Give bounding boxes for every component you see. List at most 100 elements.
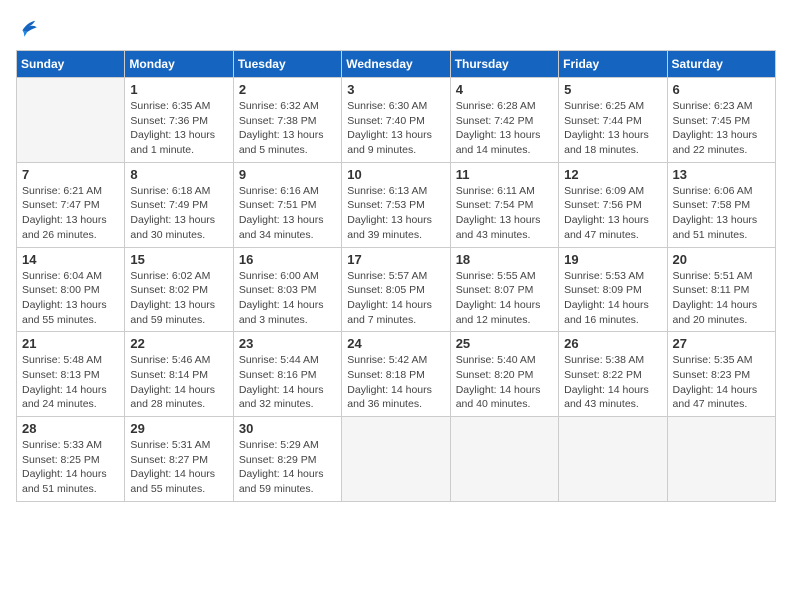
day-number: 24 <box>347 336 444 351</box>
day-info: Sunrise: 6:04 AMSunset: 8:00 PMDaylight:… <box>22 269 119 328</box>
day-number: 9 <box>239 167 336 182</box>
day-number: 4 <box>456 82 553 97</box>
calendar-week-row: 14 Sunrise: 6:04 AMSunset: 8:00 PMDayligh… <box>17 247 776 332</box>
calendar-table: SundayMondayTuesdayWednesdayThursdayFrid… <box>16 50 776 502</box>
calendar-day-cell: 25 Sunrise: 5:40 AMSunset: 8:20 PMDayligh… <box>450 332 558 417</box>
day-number: 28 <box>22 421 119 436</box>
day-number: 29 <box>130 421 227 436</box>
day-info: Sunrise: 5:31 AMSunset: 8:27 PMDaylight:… <box>130 438 227 497</box>
calendar-day-cell <box>17 78 125 163</box>
day-number: 2 <box>239 82 336 97</box>
day-number: 13 <box>673 167 770 182</box>
day-number: 21 <box>22 336 119 351</box>
day-number: 11 <box>456 167 553 182</box>
calendar-day-cell: 7Sunrise: 6:21 AMSunset: 7:47 PMDaylight… <box>17 162 125 247</box>
calendar-header-wednesday: Wednesday <box>342 51 450 78</box>
day-info: Sunrise: 6:35 AMSunset: 7:36 PMDaylight:… <box>130 99 227 158</box>
day-info: Sunrise: 5:33 AMSunset: 8:25 PMDaylight:… <box>22 438 119 497</box>
day-info: Sunrise: 5:48 AMSunset: 8:13 PMDaylight:… <box>22 353 119 412</box>
day-number: 30 <box>239 421 336 436</box>
day-info: Sunrise: 6:18 AMSunset: 7:49 PMDaylight:… <box>130 184 227 243</box>
calendar-day-cell: 14 Sunrise: 6:04 AMSunset: 8:00 PMDayligh… <box>17 247 125 332</box>
calendar-header-row: SundayMondayTuesdayWednesdayThursdayFrid… <box>17 51 776 78</box>
day-number: 20 <box>673 252 770 267</box>
day-number: 3 <box>347 82 444 97</box>
calendar-day-cell: 3 Sunrise: 6:30 AMSunset: 7:40 PMDaylight… <box>342 78 450 163</box>
calendar-day-cell <box>450 417 558 502</box>
day-number: 18 <box>456 252 553 267</box>
calendar-day-cell <box>342 417 450 502</box>
day-info: Sunrise: 6:09 AMSunset: 7:56 PMDaylight:… <box>564 184 661 243</box>
day-info: Sunrise: 6:32 AMSunset: 7:38 PMDaylight:… <box>239 99 336 158</box>
calendar-day-cell: 18Sunrise: 5:55 AMSunset: 8:07 PMDayligh… <box>450 247 558 332</box>
calendar-day-cell: 21 Sunrise: 5:48 AMSunset: 8:13 PMDayligh… <box>17 332 125 417</box>
calendar-day-cell: 17 Sunrise: 5:57 AMSunset: 8:05 PMDayligh… <box>342 247 450 332</box>
day-info: Sunrise: 5:57 AMSunset: 8:05 PMDaylight:… <box>347 269 444 328</box>
day-number: 7 <box>22 167 119 182</box>
calendar-day-cell: 19 Sunrise: 5:53 AMSunset: 8:09 PMDayligh… <box>559 247 667 332</box>
day-number: 1 <box>130 82 227 97</box>
calendar-day-cell: 24Sunrise: 5:42 AMSunset: 8:18 PMDayligh… <box>342 332 450 417</box>
calendar-header-sunday: Sunday <box>17 51 125 78</box>
calendar-header-thursday: Thursday <box>450 51 558 78</box>
day-number: 26 <box>564 336 661 351</box>
calendar-day-cell: 15Sunrise: 6:02 AMSunset: 8:02 PMDayligh… <box>125 247 233 332</box>
calendar-day-cell: 12 Sunrise: 6:09 AMSunset: 7:56 PMDayligh… <box>559 162 667 247</box>
calendar-week-row: 1 Sunrise: 6:35 AMSunset: 7:36 PMDaylight… <box>17 78 776 163</box>
day-number: 5 <box>564 82 661 97</box>
logo-bird-icon <box>16 16 40 40</box>
day-number: 6 <box>673 82 770 97</box>
calendar-day-cell: 20 Sunrise: 5:51 AMSunset: 8:11 PMDayligh… <box>667 247 775 332</box>
day-info: Sunrise: 6:28 AMSunset: 7:42 PMDaylight:… <box>456 99 553 158</box>
calendar-day-cell: 23Sunrise: 5:44 AMSunset: 8:16 PMDayligh… <box>233 332 341 417</box>
calendar-day-cell: 9 Sunrise: 6:16 AMSunset: 7:51 PMDaylight… <box>233 162 341 247</box>
calendar-day-cell: 6 Sunrise: 6:23 AMSunset: 7:45 PMDaylight… <box>667 78 775 163</box>
day-info: Sunrise: 5:29 AMSunset: 8:29 PMDaylight:… <box>239 438 336 497</box>
day-info: Sunrise: 6:11 AMSunset: 7:54 PMDaylight:… <box>456 184 553 243</box>
day-info: Sunrise: 5:53 AMSunset: 8:09 PMDaylight:… <box>564 269 661 328</box>
day-number: 10 <box>347 167 444 182</box>
day-number: 22 <box>130 336 227 351</box>
day-number: 17 <box>347 252 444 267</box>
calendar-day-cell: 5 Sunrise: 6:25 AMSunset: 7:44 PMDaylight… <box>559 78 667 163</box>
day-number: 19 <box>564 252 661 267</box>
calendar-week-row: 28 Sunrise: 5:33 AMSunset: 8:25 PMDayligh… <box>17 417 776 502</box>
day-number: 14 <box>22 252 119 267</box>
day-info: Sunrise: 6:02 AMSunset: 8:02 PMDaylight:… <box>130 269 227 328</box>
day-number: 12 <box>564 167 661 182</box>
day-info: Sunrise: 6:00 AMSunset: 8:03 PMDaylight:… <box>239 269 336 328</box>
calendar-day-cell: 29 Sunrise: 5:31 AMSunset: 8:27 PMDayligh… <box>125 417 233 502</box>
calendar-day-cell: 4 Sunrise: 6:28 AMSunset: 7:42 PMDaylight… <box>450 78 558 163</box>
day-info: Sunrise: 5:51 AMSunset: 8:11 PMDaylight:… <box>673 269 770 328</box>
calendar-day-cell: 16 Sunrise: 6:00 AMSunset: 8:03 PMDayligh… <box>233 247 341 332</box>
calendar-day-cell: 26Sunrise: 5:38 AMSunset: 8:22 PMDayligh… <box>559 332 667 417</box>
calendar-header-tuesday: Tuesday <box>233 51 341 78</box>
calendar-day-cell: 27 Sunrise: 5:35 AMSunset: 8:23 PMDayligh… <box>667 332 775 417</box>
day-number: 25 <box>456 336 553 351</box>
page-header <box>16 16 776 40</box>
calendar-header-saturday: Saturday <box>667 51 775 78</box>
calendar-day-cell: 22 Sunrise: 5:46 AMSunset: 8:14 PMDayligh… <box>125 332 233 417</box>
day-info: Sunrise: 6:13 AMSunset: 7:53 PMDaylight:… <box>347 184 444 243</box>
calendar-day-cell: 28 Sunrise: 5:33 AMSunset: 8:25 PMDayligh… <box>17 417 125 502</box>
day-info: Sunrise: 6:06 AMSunset: 7:58 PMDaylight:… <box>673 184 770 243</box>
calendar-week-row: 21 Sunrise: 5:48 AMSunset: 8:13 PMDayligh… <box>17 332 776 417</box>
day-info: Sunrise: 6:25 AMSunset: 7:44 PMDaylight:… <box>564 99 661 158</box>
day-info: Sunrise: 6:30 AMSunset: 7:40 PMDaylight:… <box>347 99 444 158</box>
logo <box>16 16 44 40</box>
day-info: Sunrise: 5:44 AMSunset: 8:16 PMDaylight:… <box>239 353 336 412</box>
calendar-day-cell: 2 Sunrise: 6:32 AMSunset: 7:38 PMDaylight… <box>233 78 341 163</box>
calendar-day-cell <box>559 417 667 502</box>
calendar-day-cell: 10 Sunrise: 6:13 AMSunset: 7:53 PMDayligh… <box>342 162 450 247</box>
calendar-header-friday: Friday <box>559 51 667 78</box>
day-info: Sunrise: 5:35 AMSunset: 8:23 PMDaylight:… <box>673 353 770 412</box>
day-number: 16 <box>239 252 336 267</box>
day-info: Sunrise: 6:16 AMSunset: 7:51 PMDaylight:… <box>239 184 336 243</box>
day-info: Sunrise: 5:40 AMSunset: 8:20 PMDaylight:… <box>456 353 553 412</box>
day-info: Sunrise: 6:23 AMSunset: 7:45 PMDaylight:… <box>673 99 770 158</box>
calendar-day-cell: 13 Sunrise: 6:06 AMSunset: 7:58 PMDayligh… <box>667 162 775 247</box>
day-info: Sunrise: 5:46 AMSunset: 8:14 PMDaylight:… <box>130 353 227 412</box>
calendar-day-cell: 11 Sunrise: 6:11 AMSunset: 7:54 PMDayligh… <box>450 162 558 247</box>
calendar-day-cell: 30 Sunrise: 5:29 AMSunset: 8:29 PMDayligh… <box>233 417 341 502</box>
day-number: 27 <box>673 336 770 351</box>
